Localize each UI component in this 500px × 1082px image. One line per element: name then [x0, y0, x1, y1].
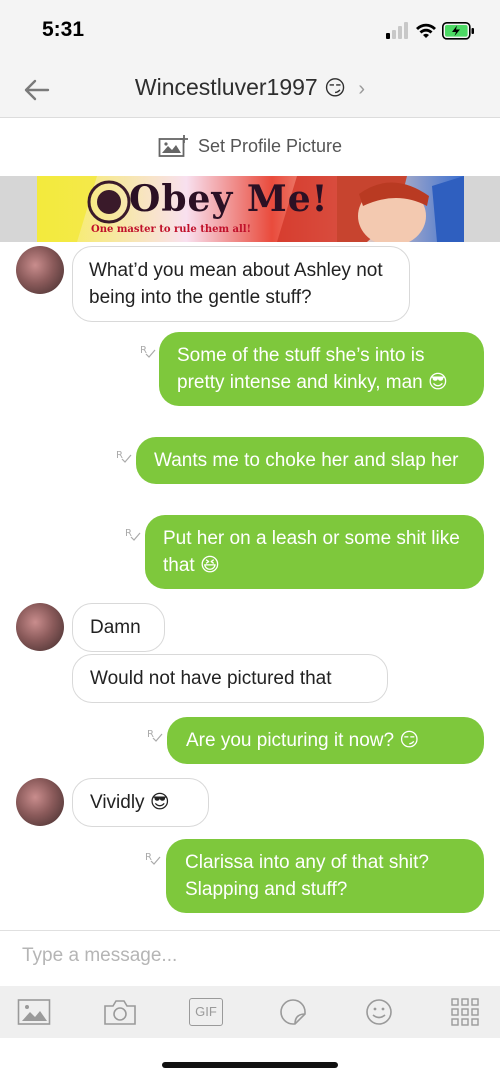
chevron-right-icon: › [358, 78, 366, 100]
set-profile-picture-row[interactable]: Set Profile Picture [0, 118, 500, 176]
chat-header: Wincestluver1997 😏 › [0, 60, 500, 118]
message-bubble-outgoing[interactable]: Some of the stuff she’s into is pretty i… [159, 332, 484, 406]
image-add-icon [158, 135, 188, 157]
set-profile-picture-label: Set Profile Picture [197, 135, 343, 156]
composer-toolbar: GIF [0, 986, 500, 1038]
contact-emoji: 😏 [324, 77, 347, 100]
message-bubble-incoming[interactable]: Damn [72, 603, 165, 652]
contact-title[interactable]: Wincestluver1997 😏 › [0, 74, 500, 101]
sticker-icon[interactable] [276, 998, 310, 1026]
read-receipt-icon: R [140, 345, 156, 358]
message-bubble-outgoing[interactable]: Are you picturing it now? 😏 [167, 717, 484, 764]
status-bar: 5:31 [0, 0, 500, 60]
message-bubble-incoming[interactable]: Vividly 😎 [72, 778, 209, 827]
contact-avatar[interactable] [16, 778, 64, 826]
contact-avatar[interactable] [16, 603, 64, 651]
message-bubble-incoming[interactable]: Would not have pictured that [72, 654, 388, 703]
status-icons [386, 20, 478, 42]
read-receipt-icon: R [147, 729, 163, 742]
camera-icon[interactable] [103, 998, 137, 1026]
wifi-icon [416, 23, 436, 38]
read-receipt-icon: R [145, 852, 161, 865]
battery-icon [442, 22, 474, 40]
gif-icon[interactable]: GIF [189, 998, 223, 1026]
message-bubble-incoming[interactable]: What’d you mean about Ashley not being i… [72, 246, 410, 322]
banner-strip: Obey Me! One master to rule them all! [0, 176, 500, 242]
gallery-icon[interactable] [17, 998, 51, 1026]
home-indicator[interactable] [162, 1062, 338, 1068]
grid-more-icon[interactable] [448, 998, 482, 1026]
status-time: 5:31 [42, 18, 85, 41]
message-composer[interactable]: Type a message... [0, 930, 500, 986]
signal-icon [386, 22, 408, 39]
emoji-icon[interactable] [362, 998, 396, 1026]
contact-avatar[interactable] [16, 246, 64, 294]
message-input[interactable]: Type a message... [22, 945, 177, 967]
message-bubble-outgoing[interactable]: Wants me to choke her and slap her [136, 437, 484, 484]
message-bubble-outgoing[interactable]: Put her on a leash or some shit like tha… [145, 515, 484, 589]
message-bubble-outgoing[interactable]: Clarissa into any of that shit? Slapping… [166, 839, 484, 913]
read-receipt-icon: R [125, 528, 141, 541]
banner-title: Obey Me! [129, 178, 329, 220]
banner-tagline: One master to rule them all! [91, 224, 251, 235]
contact-name: Wincestluver1997 [134, 74, 318, 100]
read-receipt-icon: R [116, 450, 132, 463]
banner-ad[interactable]: Obey Me! One master to rule them all! [37, 176, 464, 242]
